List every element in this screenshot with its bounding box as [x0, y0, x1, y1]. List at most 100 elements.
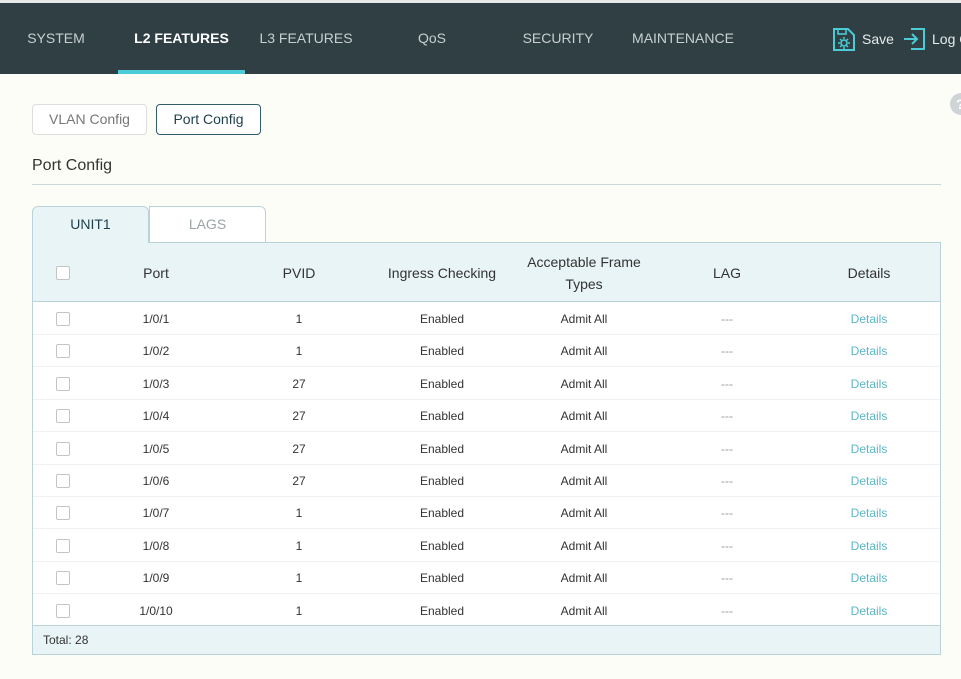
cell-port: 1/0/8 — [142, 538, 170, 553]
cell-pvid: 1 — [295, 312, 303, 326]
details-link[interactable]: Details — [851, 539, 888, 553]
row-checkbox[interactable] — [56, 376, 70, 391]
logout-icon — [904, 28, 925, 50]
cell-port: 1/0/2 — [142, 344, 170, 359]
port-config-table: Port PVID Ingress Checking Acceptable Fr… — [32, 242, 941, 655]
header-port[interactable]: Port — [103, 243, 209, 302]
cell-details: Details — [813, 595, 925, 627]
table-row: 1/0/4 27 Enabled Admit All --- Details — [33, 400, 940, 433]
tab-unit1[interactable]: UNIT1 — [32, 206, 149, 243]
tab-lags[interactable]: LAGS — [149, 206, 266, 243]
row-checkbox[interactable] — [56, 441, 70, 456]
cell-pvid: 27 — [292, 376, 306, 391]
row-select-cell — [53, 335, 73, 367]
cell-details: Details — [813, 497, 925, 529]
cell-frame-types: Admit All — [560, 538, 608, 553]
header-acceptable-frame-types[interactable]: Acceptable Frame Types — [513, 243, 655, 302]
save-button[interactable]: Save — [832, 25, 894, 53]
header-details: Details — [847, 264, 891, 281]
cell-pvid: 1 — [295, 571, 303, 586]
cell-ingress-checking: Enabled — [419, 376, 465, 391]
cell-details: Details — [813, 303, 925, 335]
cell-ingress-checking: Enabled — [419, 538, 465, 553]
active-tab-indicator — [118, 70, 245, 74]
cell-port: 1/0/6 — [142, 474, 170, 488]
header-pvid[interactable]: PVID — [243, 243, 355, 302]
details-link[interactable]: Details — [851, 604, 888, 618]
row-checkbox[interactable] — [56, 312, 70, 326]
details-link[interactable]: Details — [851, 312, 888, 326]
cell-ingress-checking: Enabled — [419, 603, 465, 618]
table-row: 1/0/7 1 Enabled Admit All --- Details — [33, 497, 940, 530]
select-all-cell — [53, 243, 73, 302]
details-link[interactable]: Details — [851, 344, 888, 358]
nav-tab-system[interactable]: SYSTEM — [12, 3, 100, 74]
cell-ingress-checking: Enabled — [419, 409, 465, 424]
row-checkbox[interactable] — [56, 474, 70, 488]
cell-lag: --- — [721, 506, 733, 521]
nav-tab-l2-features[interactable]: L2 FEATURES — [118, 3, 245, 74]
cell-ingress-checking: Enabled — [419, 474, 465, 488]
row-select-cell — [53, 595, 73, 627]
cell-lag: --- — [721, 538, 733, 553]
cell-frame-types: Admit All — [560, 441, 608, 456]
cell-ingress-checking: Enabled — [419, 312, 465, 326]
cell-pvid: 27 — [292, 409, 306, 424]
cell-frame-types: Admit All — [560, 312, 608, 326]
nav-tab-l3-features[interactable]: L3 FEATURES — [250, 3, 362, 74]
select-all-checkbox[interactable] — [56, 265, 70, 280]
subtab-vlan-config[interactable]: VLAN Config — [32, 104, 147, 135]
table-row: 1/0/6 27 Enabled Admit All --- Details — [33, 465, 940, 497]
nav-tab-qos[interactable]: QoS — [400, 3, 464, 74]
cell-port: 1/0/4 — [142, 409, 170, 424]
table-row: 1/0/10 1 Enabled Admit All --- Details — [33, 595, 940, 627]
row-select-cell — [53, 530, 73, 562]
help-icon[interactable]: ? — [950, 93, 961, 115]
table-row: 1/0/5 27 Enabled Admit All --- Details — [33, 433, 940, 465]
table-row: 1/0/1 1 Enabled Admit All --- Details — [33, 303, 940, 335]
cell-pvid: 1 — [295, 506, 303, 521]
logout-button[interactable]: Log Out — [902, 25, 961, 53]
cell-port: 1/0/5 — [142, 441, 170, 456]
row-checkbox[interactable] — [56, 538, 70, 553]
cell-pvid: 1 — [295, 603, 303, 618]
row-checkbox[interactable] — [56, 344, 70, 359]
header-lag[interactable]: LAG — [673, 243, 781, 302]
row-checkbox[interactable] — [56, 506, 70, 521]
row-checkbox[interactable] — [56, 603, 70, 618]
row-checkbox[interactable] — [56, 409, 70, 424]
header-frame-line-1: Acceptable Frame — [527, 253, 641, 270]
nav-tab-label: L2 FEATURES — [134, 30, 229, 46]
cell-details: Details — [813, 562, 925, 594]
row-select-cell — [53, 562, 73, 594]
row-select-cell — [53, 465, 73, 497]
row-checkbox[interactable] — [56, 571, 70, 586]
nav-tab-maintenance[interactable]: MAINTENANCE — [624, 3, 742, 74]
top-nav-bar: SYSTEM L2 FEATURES L3 FEATURES QoS SECUR… — [0, 0, 961, 74]
details-link[interactable]: Details — [851, 571, 888, 585]
details-link[interactable]: Details — [851, 377, 888, 391]
details-link[interactable]: Details — [851, 474, 888, 488]
cell-lag: --- — [721, 409, 733, 424]
table-header: Port PVID Ingress Checking Acceptable Fr… — [33, 243, 940, 302]
header-ingress-checking[interactable]: Ingress Checking — [373, 243, 511, 302]
header-frame-line-2: Types — [565, 275, 603, 292]
cell-port: 1/0/10 — [139, 603, 173, 618]
details-link[interactable]: Details — [851, 506, 888, 520]
save-gear-icon — [833, 28, 855, 51]
cell-ingress-checking: Enabled — [419, 441, 465, 456]
subtab-port-config[interactable]: Port Config — [156, 104, 261, 135]
cell-frame-types: Admit All — [560, 474, 608, 488]
save-label: Save — [862, 31, 894, 47]
row-select-cell — [53, 497, 73, 529]
cell-ingress-checking: Enabled — [419, 344, 465, 359]
cell-ingress-checking: Enabled — [419, 506, 465, 521]
cell-frame-types: Admit All — [560, 409, 608, 424]
details-link[interactable]: Details — [851, 409, 888, 423]
section-divider — [32, 184, 941, 185]
details-link[interactable]: Details — [851, 442, 888, 456]
nav-tab-security[interactable]: SECURITY — [512, 3, 604, 74]
cell-frame-types: Admit All — [560, 344, 608, 359]
section-title: Port Config — [32, 157, 113, 174]
row-select-cell — [53, 400, 73, 432]
